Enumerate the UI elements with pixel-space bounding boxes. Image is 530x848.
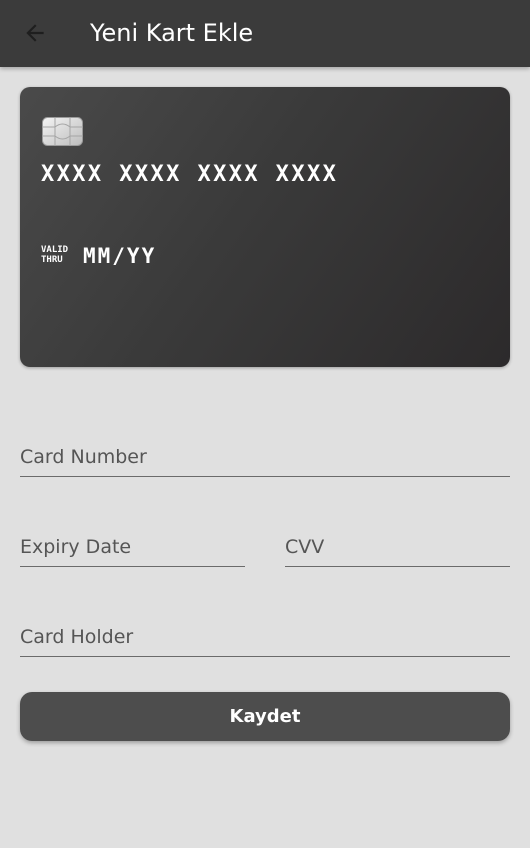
valid-thru-label: VALID THRU [41,245,77,265]
card-holder-input[interactable] [20,622,510,652]
cvv-input[interactable] [285,532,510,562]
app-bar: Yeni Kart Ekle [0,0,530,67]
cvv-field [285,520,510,567]
expiry-display: MM/YY [83,244,157,268]
expiry-date-field [20,520,245,567]
card-number-field [20,430,510,477]
card-holder-field [20,610,510,657]
arrow-left-icon [26,24,44,42]
valid-thru-line-2: THRU [41,255,63,265]
add-card-screen: Yeni Kart Ekle XXXX XXXX XXXX XXXX VALID… [0,0,530,848]
sim-chip-icon [42,117,83,146]
expiry-date-input[interactable] [20,532,245,562]
card-number-input[interactable] [20,442,510,472]
valid-thru-line-1: VALID [41,245,69,255]
save-button[interactable]: Kaydet [20,692,510,741]
back-button[interactable] [18,16,52,50]
page-title: Yeni Kart Ekle [90,19,254,47]
credit-card-preview: XXXX XXXX XXXX XXXX VALID THRU MM/YY [20,87,510,367]
card-number-display: XXXX XXXX XXXX XXXX [41,162,339,187]
